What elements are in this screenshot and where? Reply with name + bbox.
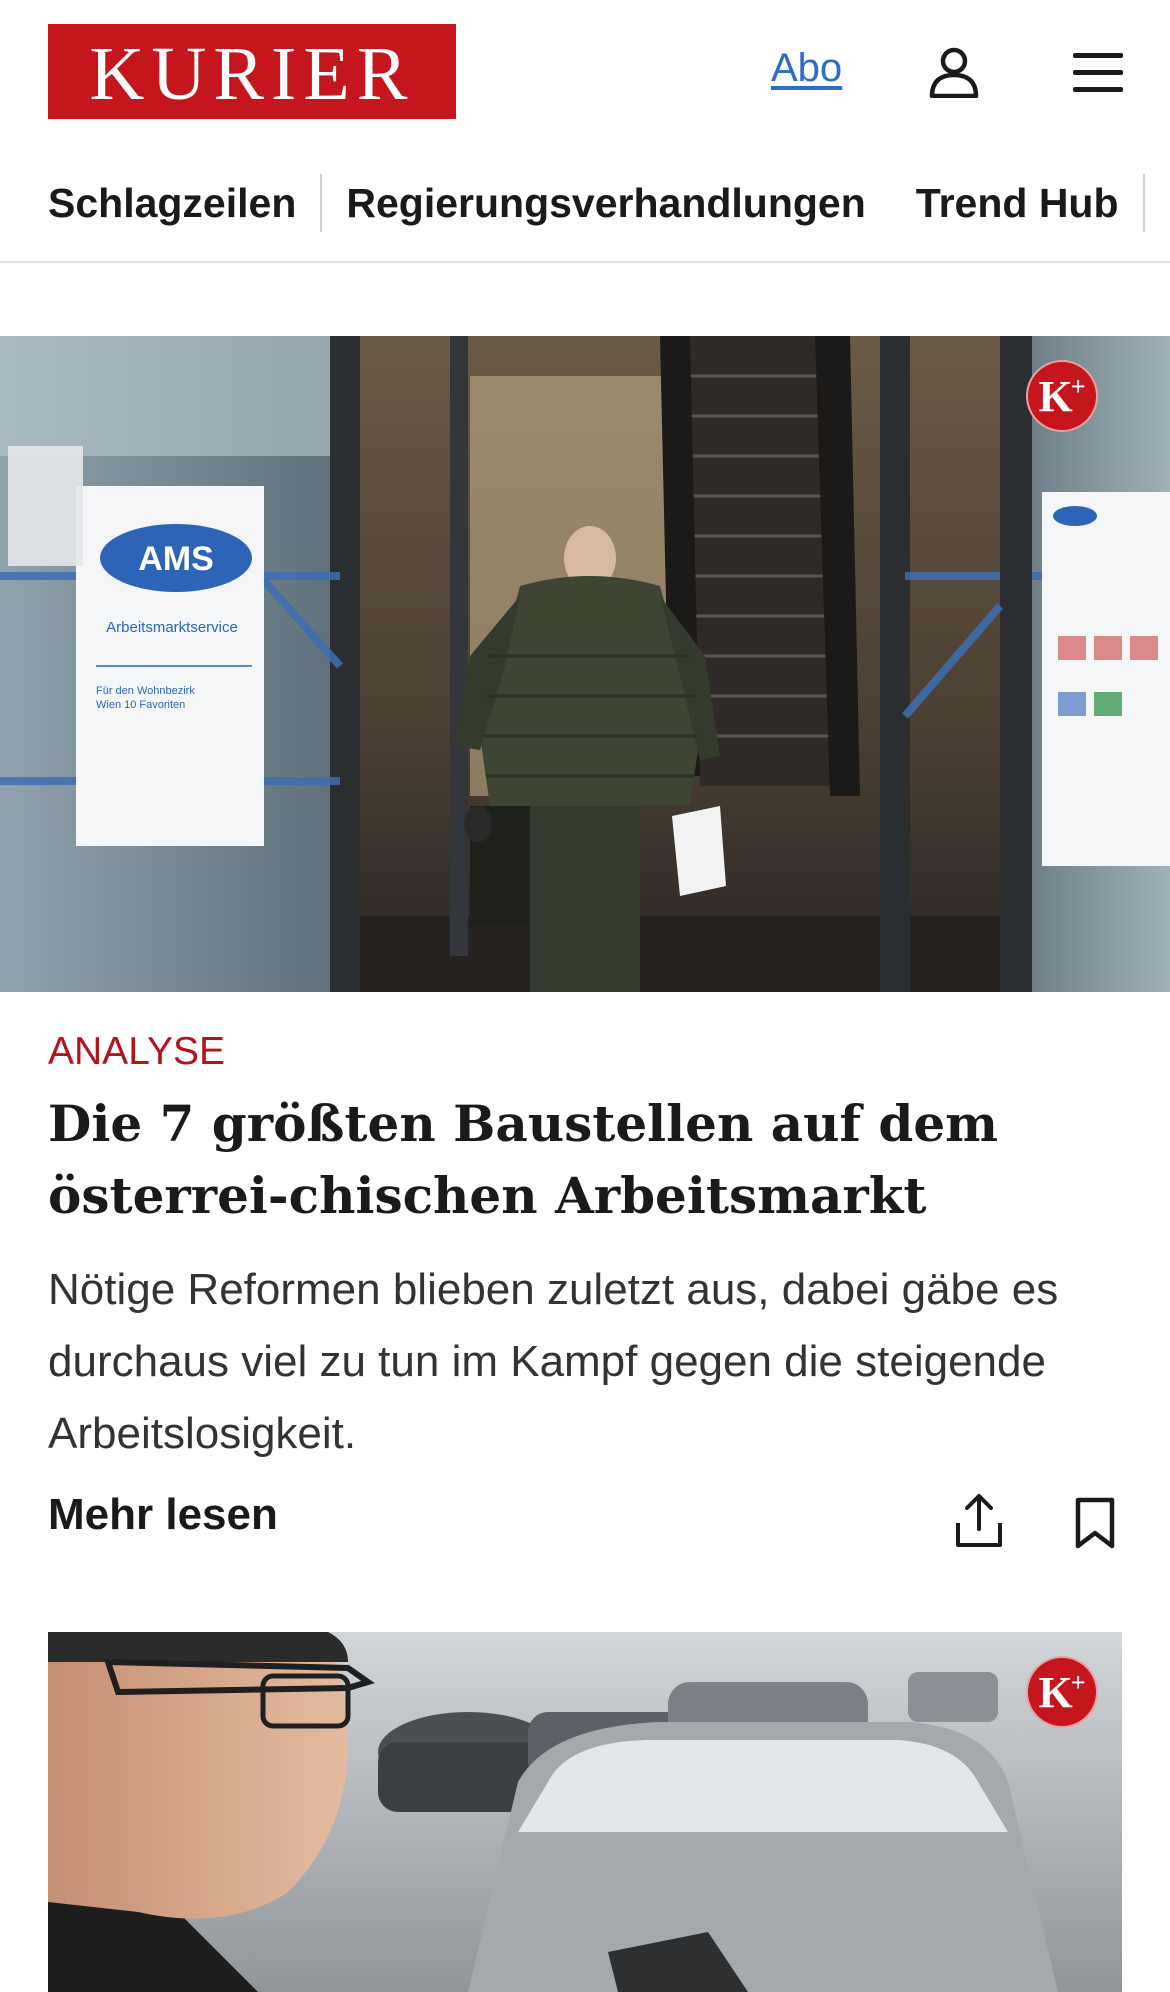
share-icon[interactable] bbox=[954, 1493, 1004, 1549]
nav-divider bbox=[1142, 174, 1145, 232]
ams-entrance-photo: AMS Arbeitsmarktservice Für den Wohnbezi… bbox=[0, 336, 1170, 992]
site-header: KURIER Abo bbox=[0, 0, 1170, 145]
kplus-badge: K + bbox=[1026, 360, 1098, 432]
logo-text: KURIER bbox=[89, 31, 415, 116]
parking-warden-photo bbox=[48, 1632, 1122, 1992]
section-nav: Schlagzeilen Regierungsverhandlungen Tre… bbox=[0, 162, 1170, 262]
article-image[interactable]: AMS Arbeitsmarktservice Für den Wohnbezi… bbox=[0, 336, 1170, 992]
kurier-logo[interactable]: KURIER bbox=[48, 24, 456, 119]
svg-text:Für den Wohnbezirk: Für den Wohnbezirk bbox=[96, 685, 195, 697]
nav-divider-line bbox=[0, 261, 1170, 263]
svg-text:Wien 10 Favoriten: Wien 10 Favoriten bbox=[96, 699, 185, 711]
nav-item-trend-hub[interactable]: Trend Hub bbox=[916, 180, 1119, 227]
nav-item-regierungsverhandlungen[interactable]: Regierungsverhandlungen bbox=[346, 180, 865, 227]
read-more-link[interactable]: Mehr lesen bbox=[48, 1490, 278, 1540]
article-kicker: ANALYSE bbox=[48, 1030, 226, 1073]
abo-link[interactable]: Abo bbox=[771, 46, 842, 91]
article-teaser: Nötige Reformen blieben zuletzt aus, dab… bbox=[48, 1265, 1059, 1458]
nav-item-schlagzeilen[interactable]: Schlagzeilen bbox=[48, 180, 296, 227]
kplus-badge: K + bbox=[1026, 1656, 1098, 1728]
bookmark-icon[interactable] bbox=[1074, 1497, 1116, 1549]
svg-text:Arbeitsmarktservice: Arbeitsmarktservice bbox=[106, 619, 238, 636]
user-icon[interactable] bbox=[928, 46, 980, 98]
article-headline[interactable]: Die 7 größten Baustellen auf dem österre… bbox=[48, 1088, 1128, 1232]
hamburger-menu-icon[interactable] bbox=[1072, 50, 1124, 94]
svg-text:AMS: AMS bbox=[138, 540, 214, 578]
nav-divider bbox=[320, 174, 323, 232]
article-image[interactable]: K + bbox=[48, 1632, 1122, 1992]
